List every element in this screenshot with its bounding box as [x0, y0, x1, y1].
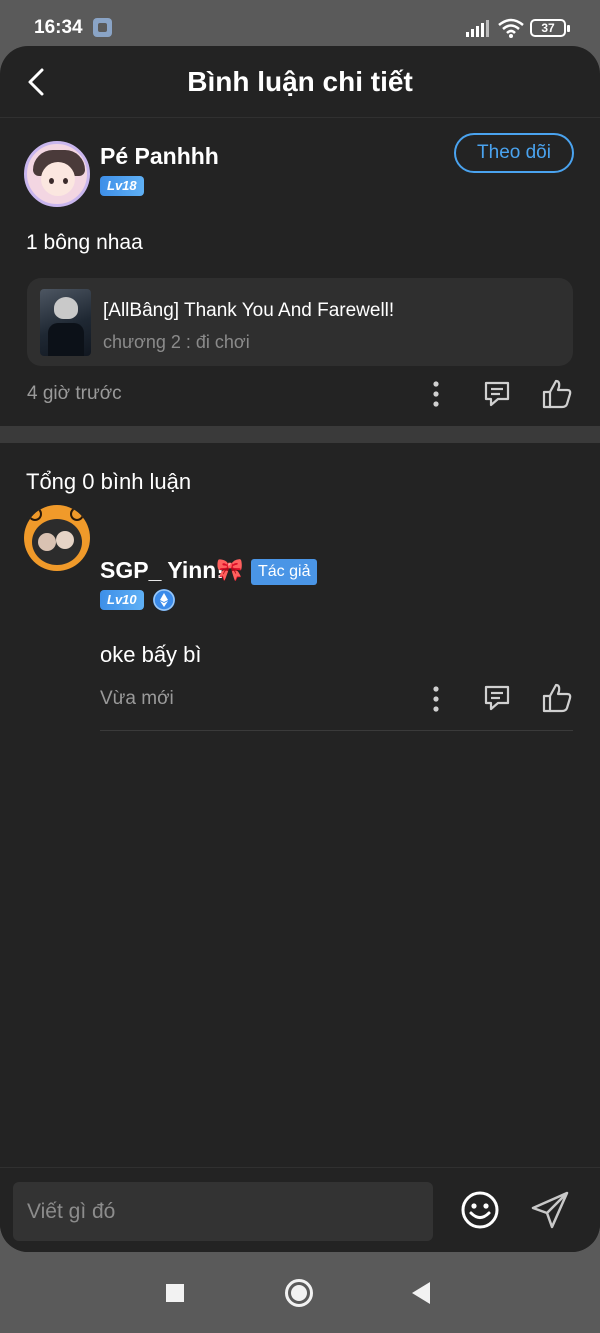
reply-icon[interactable] — [482, 683, 512, 713]
avatar[interactable] — [24, 505, 90, 571]
more-options-icon[interactable] — [426, 380, 446, 408]
recent-apps-button[interactable] — [166, 1284, 184, 1302]
story-card[interactable]: [AllBâng] Thank You And Farewell! chương… — [27, 278, 573, 366]
wifi-icon — [498, 18, 524, 38]
story-chapter: chương 2 : đi chơi — [103, 332, 250, 352]
status-time: 16:34 — [34, 17, 83, 38]
level-badge: Lv18 — [100, 176, 144, 196]
home-button[interactable] — [285, 1279, 313, 1307]
username[interactable]: SGP_ Yinn! — [100, 557, 224, 584]
follow-button[interactable]: Theo dõi — [454, 133, 574, 173]
more-options-icon[interactable] — [426, 685, 446, 713]
comment-text: 1 bông nhaa — [26, 231, 143, 254]
reply-time: Vừa mới — [100, 688, 174, 709]
page-title: Bình luận chi tiết — [187, 66, 413, 97]
back-button[interactable] — [412, 1282, 430, 1304]
battery-indicator: 37 — [530, 19, 570, 37]
system-navigation-bar — [0, 1252, 600, 1333]
comment-input[interactable] — [13, 1182, 433, 1241]
reply-text: oke bấy bì — [100, 642, 202, 667]
comment-composer — [0, 1167, 600, 1252]
comment-time: 4 giờ trước — [27, 383, 122, 404]
header: Bình luận chi tiết — [0, 46, 600, 118]
avatar[interactable] — [24, 141, 90, 207]
status-bar: 16:34 37 — [0, 0, 600, 46]
like-icon[interactable] — [541, 682, 573, 714]
total-comments-label: Tổng 0 bình luận — [26, 469, 192, 494]
username[interactable]: Pé Panhhh — [100, 143, 219, 170]
level-badge: Lv10 — [100, 590, 144, 610]
comment-detail-screen: Bình luận chi tiết Pé Panhhh Lv18 Theo d… — [0, 46, 600, 1252]
reply-divider — [100, 730, 573, 731]
story-cover-image — [40, 289, 91, 356]
bow-emoji: 🎀 — [216, 557, 244, 582]
main-comment: Pé Panhhh Lv18 Theo dõi 1 bông nhaa [All… — [0, 119, 600, 425]
smiley-icon[interactable] — [459, 1189, 501, 1231]
section-divider — [0, 426, 600, 443]
reply-icon[interactable] — [482, 379, 512, 409]
screenshot-notification-icon — [93, 18, 112, 37]
send-icon[interactable] — [529, 1189, 571, 1231]
author-badge: Tác giả — [251, 559, 318, 585]
story-title: [AllBâng] Thank You And Farewell! — [103, 300, 395, 321]
diamond-icon — [153, 589, 175, 611]
cellular-signal-icon — [466, 20, 489, 37]
like-icon[interactable] — [541, 378, 573, 410]
